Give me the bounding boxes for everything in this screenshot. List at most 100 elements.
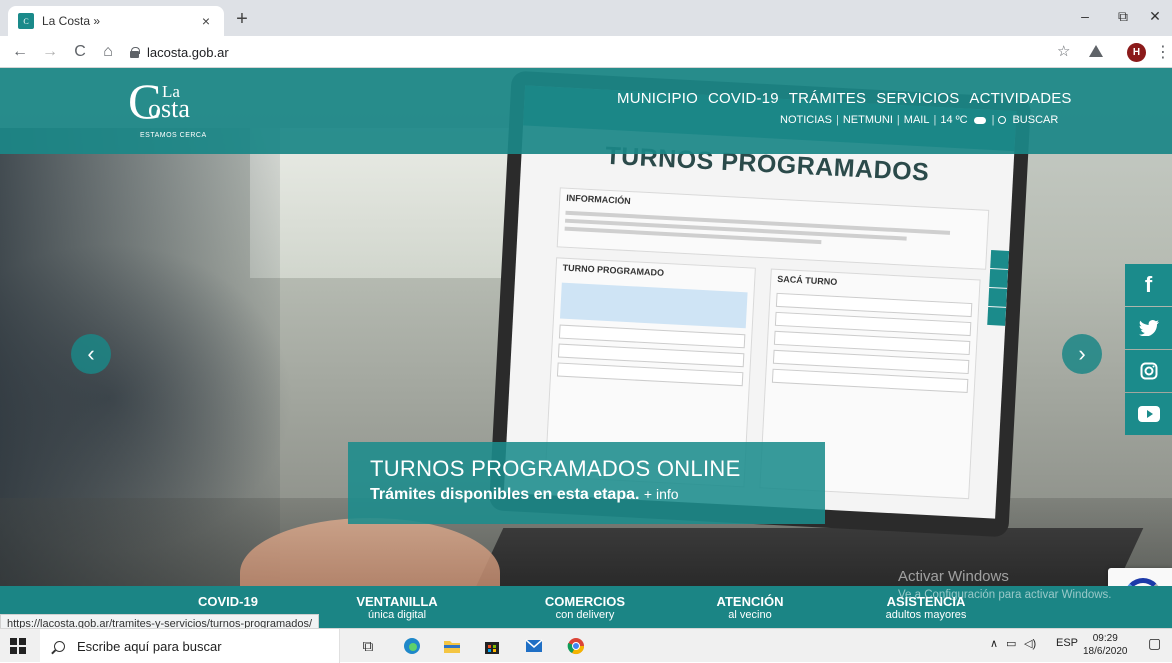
- bookmark-star-icon[interactable]: ☆: [1057, 42, 1070, 60]
- carousel-prev-button[interactable]: ‹: [71, 334, 111, 374]
- chrome-icon[interactable]: [566, 636, 586, 656]
- windows-taskbar: Escribe aquí para buscar ⧉ ∧ ▭ ◁) ESP 09…: [0, 628, 1172, 663]
- tab-title: La Costa »: [42, 14, 101, 28]
- edge-browser-icon[interactable]: [402, 636, 422, 656]
- subnav-buscar[interactable]: BUSCAR: [1012, 114, 1058, 126]
- restore-button[interactable]: ⧉: [1108, 6, 1138, 26]
- subnav-netmuni[interactable]: NETMUNI: [843, 114, 893, 126]
- quick-link-ventanilla[interactable]: VENTANILLA única digital: [342, 594, 452, 621]
- chrome-glyph: [567, 638, 585, 655]
- banner-subtitle: Trámites disponibles en esta etapa. + in…: [370, 486, 803, 504]
- nav-servicios[interactable]: SERVICIOS: [876, 90, 959, 107]
- la-costa-logo[interactable]: C La osta ESTAMOS CERCA: [118, 76, 208, 146]
- edge-glyph: [404, 638, 420, 654]
- extension-icon[interactable]: [1088, 44, 1104, 58]
- logo-tagline: ESTAMOS CERCA: [140, 132, 207, 139]
- web-page: TURNOS PROGRAMADOS INFORMACIÓN TURNO PRO…: [0, 68, 1172, 628]
- tray-chevron-icon[interactable]: ∧: [990, 637, 998, 650]
- activate-windows-title: Activar Windows: [898, 568, 1009, 585]
- browser-tab[interactable]: C La Costa » ×: [8, 6, 224, 36]
- browser-tab-strip: C La Costa » × + – ⧉ ✕: [0, 0, 1172, 36]
- banner-info-link[interactable]: + info: [644, 486, 679, 502]
- back-arrow-icon[interactable]: ←: [10, 42, 30, 62]
- cloud-icon: [973, 116, 986, 124]
- screen-social-item: [989, 268, 1009, 288]
- nav-covid-19[interactable]: COVID-19: [708, 90, 779, 107]
- nav-municipio[interactable]: MUNICIPIO: [617, 90, 698, 107]
- subnav-separator: |: [991, 114, 995, 126]
- quick-link-covid-19[interactable]: COVID-19: [178, 594, 278, 609]
- home-icon[interactable]: ⌂: [98, 42, 118, 62]
- store-glyph: [485, 642, 499, 654]
- hero-banner[interactable]: TURNOS PROGRAMADOS ONLINE Trámites dispo…: [348, 442, 825, 524]
- site-header: C La osta ESTAMOS CERCA MUNICIPIO COVID-…: [0, 68, 1172, 154]
- subnav-separator: |: [933, 114, 937, 126]
- nav-tramites[interactable]: TRÁMITES: [789, 90, 866, 107]
- volume-icon[interactable]: ◁): [1024, 637, 1036, 650]
- weather-temperature: 14 ºC: [940, 114, 968, 126]
- language-indicator[interactable]: ESP: [1056, 637, 1078, 649]
- reload-icon[interactable]: C: [70, 42, 90, 62]
- address-toolbar: ← → C ⌂ lacosta.gob.ar ☆ H ⋮: [0, 36, 1172, 68]
- youtube-icon[interactable]: [1125, 393, 1172, 435]
- search-icon[interactable]: [998, 116, 1007, 124]
- address-bar[interactable]: lacosta.gob.ar: [130, 42, 229, 62]
- subnav-noticias[interactable]: NOTICIAS: [780, 114, 832, 126]
- network-icon[interactable]: ▭: [1006, 637, 1016, 650]
- quick-link-title: COMERCIOS: [544, 594, 626, 609]
- task-view-icon[interactable]: ⧉: [358, 636, 378, 656]
- mail-icon[interactable]: [524, 636, 544, 656]
- notifications-icon[interactable]: ▢: [1148, 635, 1161, 652]
- main-nav: MUNICIPIO COVID-19 TRÁMITES SERVICIOS AC…: [617, 90, 1072, 107]
- subnav-separator: |: [835, 114, 839, 126]
- new-tab-button[interactable]: +: [232, 9, 252, 29]
- sub-nav: NOTICIAS | NETMUNI | MAIL | 14 ºC | BUSC…: [780, 114, 1058, 126]
- instagram-icon[interactable]: [1125, 350, 1172, 392]
- file-explorer-icon[interactable]: [442, 636, 462, 656]
- close-window-button[interactable]: ✕: [1140, 6, 1170, 26]
- search-placeholder: Escribe aquí para buscar: [77, 638, 222, 654]
- quick-link-title: COVID-19: [198, 594, 258, 609]
- logo-osta: osta: [148, 94, 190, 123]
- twitter-icon[interactable]: [1125, 307, 1172, 349]
- forward-arrow-icon[interactable]: →: [40, 42, 60, 62]
- profile-avatar[interactable]: H: [1127, 43, 1146, 62]
- taskbar-search-box[interactable]: Escribe aquí para buscar: [40, 629, 340, 663]
- carousel-next-button[interactable]: ›: [1062, 334, 1102, 374]
- screen-social-item: [990, 250, 1010, 269]
- quick-link-subtitle: adultos mayores: [885, 609, 967, 621]
- tab-close-icon[interactable]: ×: [198, 13, 214, 29]
- screen-notice: [559, 282, 748, 329]
- activate-windows-subtitle: Ve a Configuración para activar Windows.: [898, 589, 1112, 601]
- site-favicon-icon: C: [18, 13, 34, 29]
- subnav-mail[interactable]: MAIL: [904, 114, 930, 126]
- nav-actividades[interactable]: ACTIVIDADES: [969, 90, 1071, 107]
- minimize-button[interactable]: –: [1070, 6, 1100, 26]
- windows-start-icon[interactable]: [10, 638, 26, 654]
- taskbar-clock[interactable]: 09:29 18/6/2020: [1083, 632, 1128, 658]
- youtube-glyph: [1137, 406, 1160, 422]
- search-icon: [54, 640, 65, 652]
- url-text: lacosta.gob.ar: [147, 44, 229, 60]
- twitter-bird-shape: [1138, 320, 1159, 336]
- banner-subtitle-text: Trámites disponibles en esta etapa.: [370, 486, 640, 503]
- screen-social-rail: [987, 250, 1010, 327]
- clock-time: 09:29: [1092, 633, 1118, 644]
- status-bar-url: https://lacosta.gob.ar/tramites-y-servic…: [0, 614, 320, 628]
- store-icon[interactable]: [482, 636, 502, 656]
- folder-glyph: [444, 641, 460, 653]
- quick-link-atencion[interactable]: ATENCIÓN al vecino: [700, 594, 800, 621]
- lock-icon[interactable]: [130, 47, 140, 58]
- quick-link-title: ATENCIÓN: [716, 594, 784, 609]
- screen-social-item: [988, 287, 1008, 307]
- screen-input: [556, 362, 744, 387]
- quick-link-subtitle: al vecino: [728, 609, 772, 621]
- mail-glyph: [525, 639, 543, 652]
- instagram-glyph: [1140, 362, 1157, 380]
- banner-title: TURNOS PROGRAMADOS ONLINE: [370, 456, 741, 481]
- quick-link-comercios[interactable]: COMERCIOS con delivery: [530, 594, 640, 621]
- facebook-icon[interactable]: f: [1125, 264, 1172, 306]
- subnav-separator: |: [896, 114, 900, 126]
- quick-link-subtitle: única digital: [367, 609, 427, 621]
- browser-menu-icon[interactable]: ⋮: [1155, 42, 1171, 62]
